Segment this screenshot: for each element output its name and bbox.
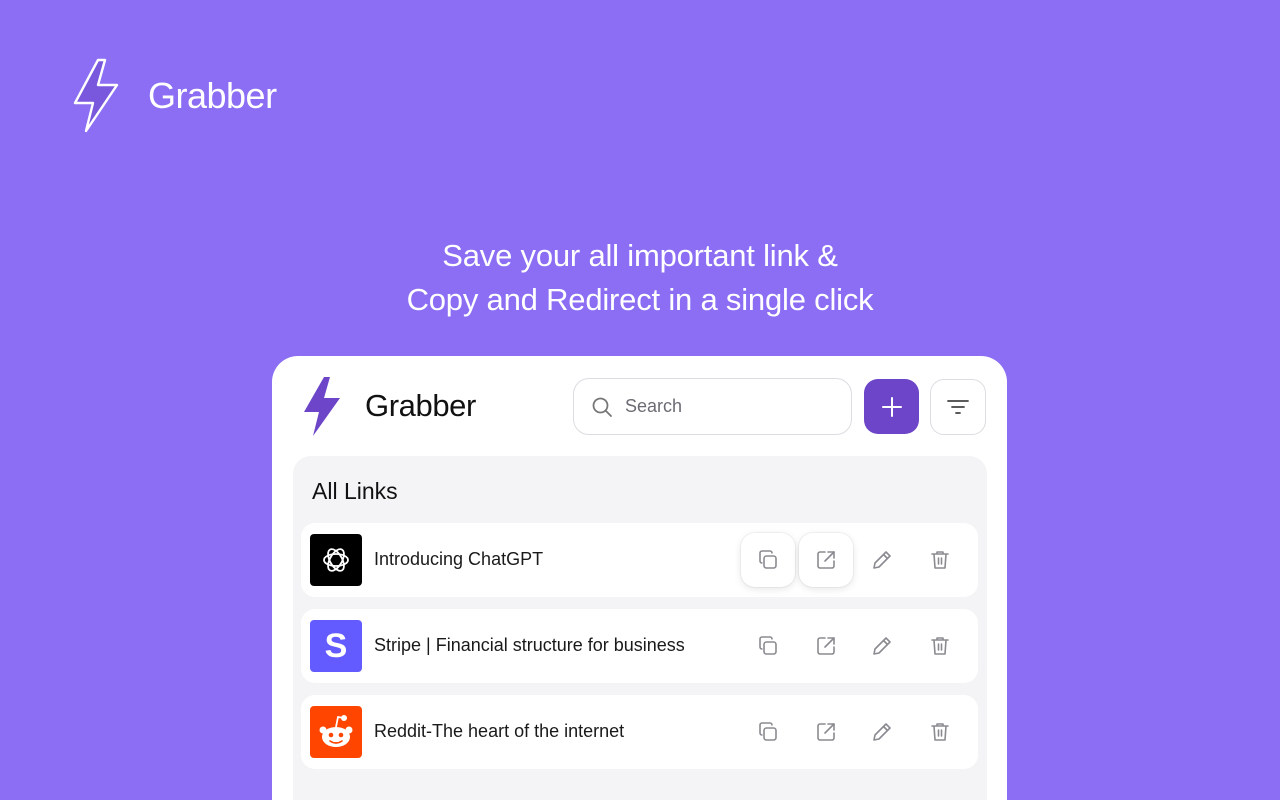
section-title: All Links [312, 478, 398, 504]
copy-button[interactable] [741, 533, 795, 587]
edit-button[interactable] [855, 533, 909, 587]
lightning-bolt-icon [304, 377, 340, 436]
hero-brand: Grabber [72, 58, 277, 134]
trash-icon [931, 723, 949, 741]
search-box[interactable] [573, 378, 852, 435]
hero-brand-name: Grabber [148, 75, 277, 116]
add-link-button[interactable] [864, 379, 919, 434]
trash-icon [931, 637, 949, 655]
search-icon [592, 397, 612, 417]
reddit-alien-icon [319, 715, 353, 747]
popup-header: Grabber [272, 356, 1007, 456]
stripe-logo-letter: S [324, 626, 348, 665]
pencil-icon [873, 637, 891, 655]
reddit-logo [310, 706, 362, 758]
pencil-icon [873, 723, 891, 741]
delete-button[interactable] [913, 705, 967, 759]
edit-button[interactable] [855, 619, 909, 673]
headline-line-2: Copy and Redirect in a single click [406, 282, 874, 317]
edit-button[interactable] [855, 705, 909, 759]
search-input[interactable] [623, 395, 827, 418]
link-title[interactable]: Stripe | Financial structure for busines… [374, 635, 685, 656]
plus-icon [881, 396, 902, 417]
link-row-chatgpt[interactable]: Introducing ChatGPT [301, 523, 978, 597]
extension-popup: Grabber All Links [272, 356, 1007, 800]
copy-icon [759, 636, 777, 655]
copy-button[interactable] [741, 705, 795, 759]
link-row-stripe[interactable]: S Stripe | Financial structure for busin… [301, 609, 978, 683]
external-link-icon [817, 551, 835, 569]
openai-logo-icon [323, 548, 349, 572]
filter-button[interactable] [930, 379, 986, 435]
external-link-icon [817, 723, 835, 741]
copy-icon [759, 550, 777, 569]
headline: Save your all important link & Copy and … [0, 234, 1280, 322]
copy-icon [759, 722, 777, 741]
open-link-button[interactable] [799, 533, 853, 587]
lightning-bolt-icon [73, 58, 119, 133]
copy-button[interactable] [741, 619, 795, 673]
popup-app-name: Grabber [365, 388, 476, 423]
filter-icon [947, 400, 969, 414]
openai-logo [310, 534, 362, 586]
link-title[interactable]: Reddit-The heart of the internet [374, 721, 624, 742]
stripe-logo: S [310, 620, 362, 672]
link-title[interactable]: Introducing ChatGPT [374, 549, 543, 570]
open-link-button[interactable] [799, 619, 853, 673]
external-link-icon [817, 637, 835, 655]
delete-button[interactable] [913, 619, 967, 673]
delete-button[interactable] [913, 533, 967, 587]
trash-icon [931, 551, 949, 569]
pencil-icon [873, 551, 891, 569]
headline-line-1: Save your all important link & [442, 238, 838, 273]
link-row-reddit[interactable]: Reddit-The heart of the internet [301, 695, 978, 769]
links-panel: All Links Introducing ChatGPT S Stripe |… [293, 456, 987, 800]
open-link-button[interactable] [799, 705, 853, 759]
